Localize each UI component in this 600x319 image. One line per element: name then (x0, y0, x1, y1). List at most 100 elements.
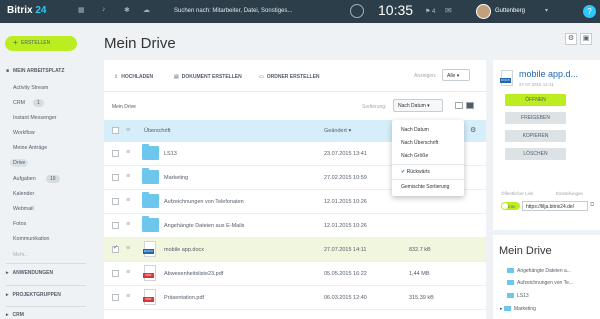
file-date: 27.07.2015 14:11 (519, 82, 554, 87)
sidebar-item-tasks[interactable]: Aufgaben (13, 176, 36, 182)
table-row[interactable]: ≡ DOCX mobile app.docx 27.07.2015 14:11 832.… (104, 238, 486, 262)
create-button[interactable]: ERSTELLEN (5, 36, 77, 51)
file-name[interactable]: Abwesenheitsliste23.pdf (164, 271, 223, 277)
copy-button[interactable]: KOPIEREN (505, 130, 566, 142)
logo[interactable]: Bitrix 24 (7, 5, 46, 16)
top-bar: Bitrix 24 ▦ ♪ ✱ ☁ Suchen nach: Mitarbeit… (0, 0, 600, 23)
menu-icon[interactable]: ≡ (126, 197, 130, 204)
search-icon[interactable] (350, 4, 364, 18)
sidebar-item-requests[interactable]: Meine Anträge (13, 145, 47, 151)
docx-file-icon: DOCX (500, 70, 513, 86)
chevron-down-icon[interactable]: ▾ (545, 7, 548, 14)
file-name[interactable]: Aufzeichnungen von Telefonaten (164, 199, 244, 205)
delete-button[interactable]: LÖSCHEN (505, 148, 566, 160)
file-name[interactable]: LS13 (164, 151, 177, 157)
settings-link[interactable]: Einstellungen (556, 191, 583, 196)
divider (392, 179, 464, 180)
sidebar-item-workflow[interactable]: Workflow (13, 130, 35, 136)
sort-select[interactable]: Nach Datum ▾ (393, 99, 443, 112)
row-checkbox[interactable] (112, 222, 119, 229)
row-checkbox[interactable] (112, 198, 119, 205)
column-name[interactable]: Überschrift (144, 128, 171, 134)
sidebar-item-webmail[interactable]: Webmail (13, 206, 34, 212)
sidebar-item-messenger[interactable]: Instant Messenger (13, 115, 57, 121)
file-name[interactable]: Präsentation.pdf (164, 295, 204, 301)
sort-option-mixed[interactable]: Gemischte Sortierung (401, 184, 449, 190)
file-date: 23.07.2015 13:41 (324, 151, 367, 157)
section-my-workspace[interactable]: ■ MEIN ARBEITSPLATZ (6, 68, 64, 74)
row-checkbox[interactable] (112, 294, 119, 301)
sort-option-title[interactable]: Nach Überschrift (401, 140, 438, 146)
tree-item[interactable]: LS13 (507, 293, 529, 299)
avatar[interactable] (476, 4, 491, 19)
settings-button[interactable]: ⚙ (565, 33, 577, 45)
file-date: 05.05.2015 16:22 (324, 271, 367, 277)
create-document-button[interactable]: ▤ DOKUMENT ERSTELLEN (174, 74, 242, 80)
public-link-field[interactable]: https://lilja.bitrix24.de/ (522, 201, 588, 211)
bug-icon[interactable]: ✱ (124, 6, 130, 14)
menu-icon: ■ (6, 68, 10, 74)
table-row[interactable]: ≡ PDF Präsentation.pdf 06.03.2015 12:40 315.… (104, 286, 486, 310)
show-label: Anzeigen: (414, 73, 437, 79)
tree-item[interactable]: Angehängte Dateien a... (507, 268, 571, 274)
list-view-icon[interactable] (455, 102, 463, 109)
file-name[interactable]: Marketing (164, 175, 188, 181)
sidebar-item-crm[interactable]: CRM (13, 100, 25, 106)
user-name[interactable]: Guttenberg (495, 8, 525, 14)
help-button[interactable]: ? (583, 5, 596, 18)
sidebar-item-activity-stream[interactable]: Activity Stream (13, 85, 48, 91)
sort-option-reverse[interactable]: ✔ Rückwärts (401, 169, 430, 175)
table-row[interactable]: ≡ PDF Abwesenheitsliste23.pdf 05.05.2015 16… (104, 262, 486, 286)
select-all-checkbox[interactable] (112, 127, 119, 134)
gear-icon[interactable]: ⚙ (470, 126, 476, 134)
more-link[interactable]: Mehr... (13, 252, 28, 258)
clock[interactable]: 10:35 (378, 2, 413, 18)
share-button[interactable]: FREIGEBEN (505, 112, 566, 124)
section-crm[interactable]: ▸ CRM (6, 312, 24, 318)
section-apps[interactable]: ▸ ANWENDUNGEN (6, 270, 53, 276)
widget-button[interactable]: ▣ (580, 33, 592, 45)
section-groups[interactable]: ▸ PROJEKTGRUPPEN (6, 292, 61, 298)
menu-icon[interactable]: ≡ (126, 149, 130, 156)
chevron-right-icon: ▸ (6, 312, 9, 318)
search-input[interactable]: Suchen nach: Mitarbeiter, Datei, Sonstig… (168, 4, 343, 19)
sidebar-item-calendar[interactable]: Kalender (13, 191, 34, 197)
public-link-toggle[interactable]: EIN (501, 202, 520, 210)
tree-item[interactable]: ▸ Marketing (500, 306, 536, 312)
sidebar-item-drive[interactable]: Drive (10, 159, 29, 167)
column-changed[interactable]: Geändert ▾ (324, 128, 351, 134)
tree-item[interactable]: Aufzeichnungen von Te... (507, 280, 573, 286)
menu-icon[interactable]: ≡ (126, 221, 130, 228)
folder-icon (142, 168, 159, 184)
row-checkbox[interactable] (112, 174, 119, 181)
menu-icon[interactable]: ≡ (126, 245, 130, 252)
file-name[interactable]: mobile app.docx (164, 247, 204, 253)
sort-option-size[interactable]: Nach Größe (401, 153, 428, 159)
check-icon: ✔ (401, 169, 406, 175)
menu-icon[interactable]: ≡ (126, 269, 130, 276)
flag-counter[interactable]: ⚑ 4 (425, 8, 435, 15)
breadcrumb[interactable]: Mein Drive (112, 104, 136, 110)
row-checkbox[interactable] (112, 244, 119, 253)
file-title[interactable]: mobile app.d... (519, 69, 578, 79)
sidebar-item-communication[interactable]: Kommunikation (13, 236, 50, 242)
file-name[interactable]: Angehängte Dateien aus E-Mails (164, 223, 244, 229)
sort-option-date[interactable]: Nach Datum (401, 127, 429, 133)
row-checkbox[interactable] (112, 270, 119, 277)
copy-link-icon[interactable]: ⧉ (590, 202, 594, 209)
upload-button[interactable]: ⇪ HOCHLADEN (114, 74, 153, 80)
sidebar-item-photos[interactable]: Fotos (13, 221, 26, 227)
menu-icon[interactable]: ≡ (126, 293, 130, 300)
grid-icon: ▣ (582, 35, 590, 42)
row-checkbox[interactable] (112, 150, 119, 157)
grid-view-icon[interactable] (466, 102, 474, 109)
table-row[interactable]: ≡ Angehängte Dateien aus E-Mails 12.01.201… (104, 214, 486, 238)
create-folder-button[interactable]: ▭ ORDNER ERSTELLEN (259, 74, 320, 80)
mail-icon[interactable]: ✉ (445, 6, 452, 15)
bell-icon[interactable]: ♪ (102, 6, 106, 13)
open-button[interactable]: ÖFFNEN (505, 94, 566, 106)
cloud-icon[interactable]: ☁ (143, 6, 150, 14)
grid-icon[interactable]: ▦ (78, 6, 85, 14)
show-filter-select[interactable]: Alle ▾ (442, 69, 470, 81)
menu-icon[interactable]: ≡ (126, 173, 130, 180)
